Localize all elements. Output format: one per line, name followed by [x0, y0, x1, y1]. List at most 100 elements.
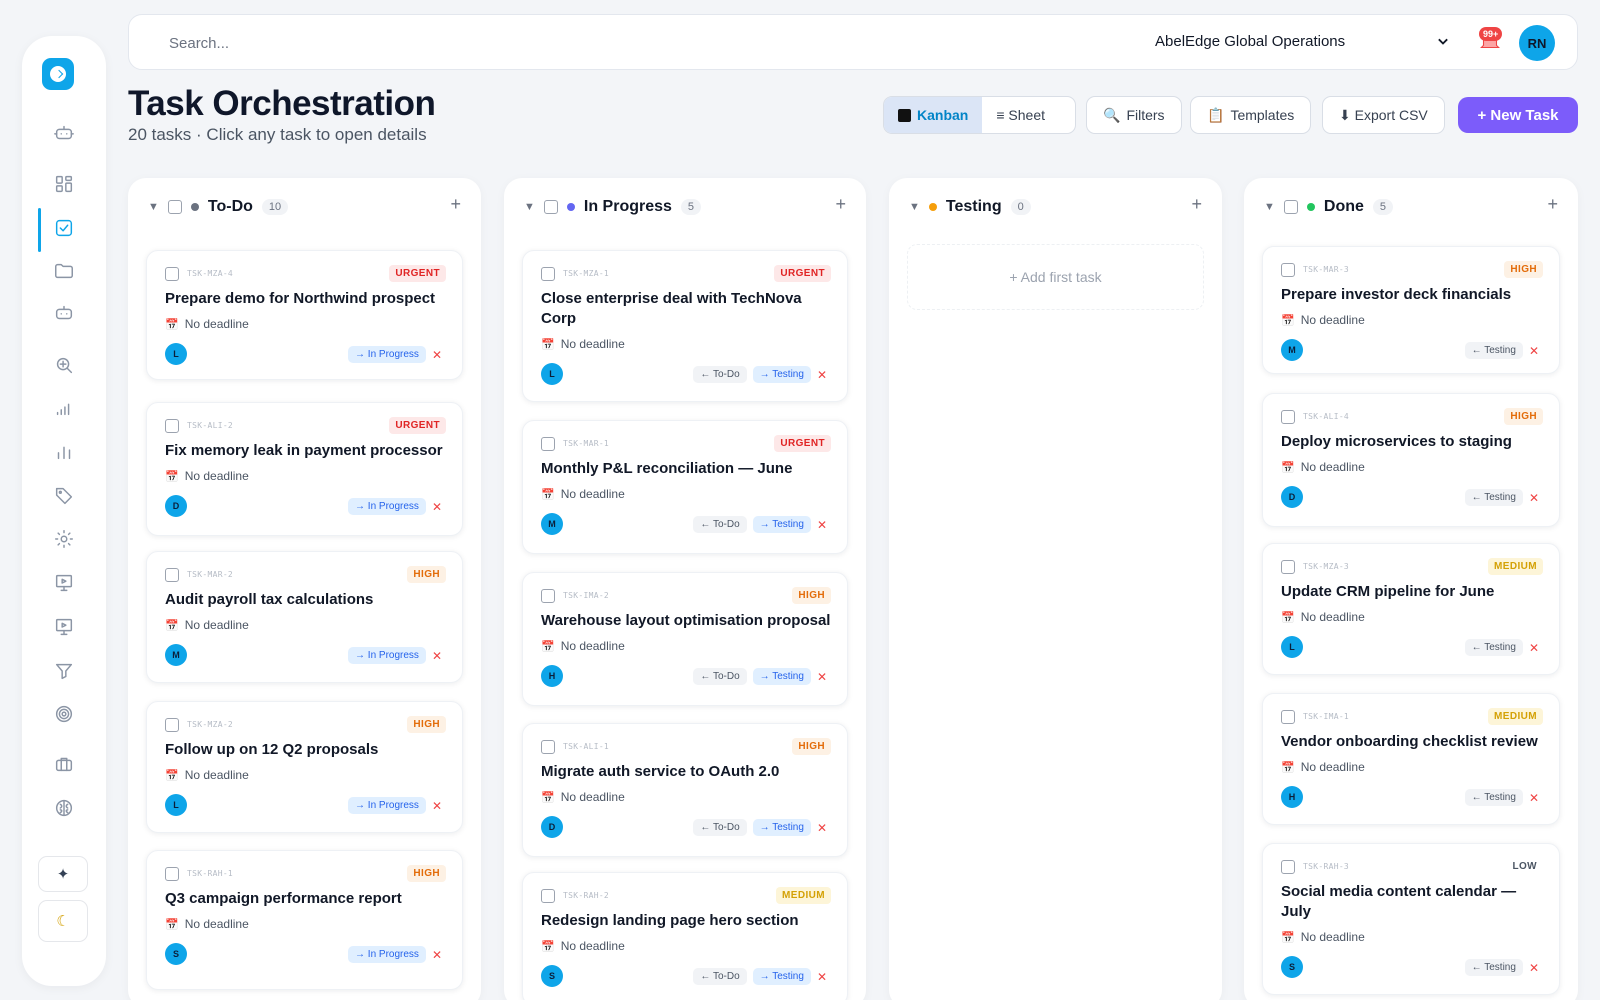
move-back-to-testing-button[interactable]: ← Testing: [1464, 489, 1523, 506]
sidebar-item-analytics[interactable]: [44, 432, 84, 472]
sidebar-item-funnel[interactable]: [44, 651, 84, 691]
sidebar-item-tasks[interactable]: [44, 208, 84, 248]
sidebar-item-robot[interactable]: [44, 113, 84, 153]
remove-task-icon[interactable]: ✕: [432, 649, 442, 663]
task-card[interactable]: TSK-MAR-2 HIGH Audit payroll tax calcula…: [146, 551, 463, 683]
move-to-in-progress-button[interactable]: → In Progress: [348, 946, 426, 963]
task-select-checkbox[interactable]: [1281, 710, 1295, 724]
task-card[interactable]: TSK-IMA-1 MEDIUM Vendor onboarding check…: [1262, 693, 1560, 825]
task-card[interactable]: TSK-MZA-2 HIGH Follow up on 12 Q2 propos…: [146, 701, 463, 833]
theme-toggle-button[interactable]: ☾: [38, 900, 88, 942]
remove-task-icon[interactable]: ✕: [817, 821, 827, 835]
column-select-checkbox[interactable]: [167, 200, 182, 214]
add-task-plus-icon[interactable]: +: [450, 194, 461, 215]
assignee-avatar[interactable]: S: [541, 965, 563, 987]
task-select-checkbox[interactable]: [541, 267, 555, 281]
sparkle-button[interactable]: ✦: [38, 856, 88, 892]
collapse-caret-icon[interactable]: ▼: [909, 201, 920, 213]
sidebar-item-search[interactable]: [44, 345, 84, 385]
assignee-avatar[interactable]: D: [165, 495, 187, 517]
remove-task-icon[interactable]: ✕: [1529, 791, 1539, 805]
assignee-avatar[interactable]: L: [541, 363, 563, 385]
move-back-to-testing-button[interactable]: ← Testing: [1464, 789, 1523, 806]
sidebar-item-portfolio[interactable]: [44, 744, 84, 784]
collapse-caret-icon[interactable]: ▼: [524, 201, 535, 213]
assignee-avatar[interactable]: S: [1281, 956, 1303, 978]
assignee-avatar[interactable]: M: [165, 644, 187, 666]
remove-task-icon[interactable]: ✕: [432, 799, 442, 813]
task-select-checkbox[interactable]: [1281, 263, 1295, 277]
collapse-caret-icon[interactable]: ▼: [1264, 201, 1275, 213]
column-select-checkbox[interactable]: [543, 200, 558, 214]
task-select-checkbox[interactable]: [165, 419, 179, 433]
task-select-checkbox[interactable]: [541, 437, 555, 451]
sidebar-item-bot[interactable]: [44, 293, 84, 333]
column-select-checkbox[interactable]: [1283, 200, 1298, 214]
sidebar-item-settings[interactable]: [44, 519, 84, 559]
task-select-checkbox[interactable]: [165, 568, 179, 582]
move-to-in-progress-button[interactable]: → In Progress: [348, 346, 426, 363]
templates-button[interactable]: 📋 Templates: [1190, 96, 1312, 134]
user-avatar[interactable]: RN: [1519, 25, 1555, 61]
move-back-to-testing-button[interactable]: ← Testing: [1464, 959, 1523, 976]
task-select-checkbox[interactable]: [165, 267, 179, 281]
task-card[interactable]: TSK-MAR-3 HIGH Prepare investor deck fin…: [1262, 246, 1560, 374]
new-task-button[interactable]: + New Task: [1458, 97, 1578, 133]
assignee-avatar[interactable]: L: [165, 343, 187, 365]
add-task-plus-icon[interactable]: +: [1191, 194, 1202, 215]
task-card[interactable]: TSK-RAH-1 HIGH Q3 campaign performance r…: [146, 850, 463, 990]
app-logo-icon[interactable]: [42, 58, 74, 90]
chevron-down-icon[interactable]: [1433, 31, 1453, 51]
task-card[interactable]: TSK-MZA-4 URGENT Prepare demo for Northw…: [146, 250, 463, 380]
move-back-to-testing-button[interactable]: ← Testing: [1464, 342, 1523, 359]
move-back-to-testing-button[interactable]: ← Testing: [1464, 639, 1523, 656]
remove-task-icon[interactable]: ✕: [817, 970, 827, 984]
assignee-avatar[interactable]: M: [541, 513, 563, 535]
search-input[interactable]: [149, 25, 399, 61]
remove-task-icon[interactable]: ✕: [432, 948, 442, 962]
sidebar-item-tags[interactable]: [44, 476, 84, 516]
add-first-task-button[interactable]: + Add first task: [907, 244, 1204, 310]
task-select-checkbox[interactable]: [1281, 860, 1295, 874]
move-to-testing-button[interactable]: → Testing: [752, 668, 811, 685]
sheet-view-button[interactable]: ≡ Sheet: [982, 97, 1059, 133]
assignee-avatar[interactable]: L: [165, 794, 187, 816]
task-card[interactable]: TSK-MZA-1 URGENT Close enterprise deal w…: [522, 250, 848, 402]
remove-task-icon[interactable]: ✕: [1529, 344, 1539, 358]
assignee-avatar[interactable]: M: [1281, 339, 1303, 361]
move-to-testing-button[interactable]: → Testing: [752, 516, 811, 533]
sidebar-item-dashboard[interactable]: [44, 164, 84, 204]
task-card[interactable]: TSK-ALI-2 URGENT Fix memory leak in paym…: [146, 402, 463, 536]
task-card[interactable]: TSK-MZA-3 MEDIUM Update CRM pipeline for…: [1262, 543, 1560, 675]
move-to-in-progress-button[interactable]: → In Progress: [348, 647, 426, 664]
sidebar-item-signal[interactable]: [44, 388, 84, 428]
sidebar-item-presentations[interactable]: [44, 563, 84, 603]
move-to-in-progress-button[interactable]: → In Progress: [348, 498, 426, 515]
move-to-todo-button[interactable]: ← To-Do: [693, 819, 747, 836]
remove-task-icon[interactable]: ✕: [817, 518, 827, 532]
task-card[interactable]: TSK-RAH-2 MEDIUM Redesign landing page h…: [522, 872, 848, 1000]
assignee-avatar[interactable]: D: [1281, 486, 1303, 508]
collapse-caret-icon[interactable]: ▼: [148, 201, 159, 213]
sidebar-item-media[interactable]: [44, 607, 84, 647]
sidebar-item-goals[interactable]: [44, 694, 84, 734]
assignee-avatar[interactable]: L: [1281, 636, 1303, 658]
move-to-todo-button[interactable]: ← To-Do: [693, 516, 747, 533]
task-select-checkbox[interactable]: [165, 867, 179, 881]
filters-button[interactable]: 🔍 Filters: [1086, 96, 1182, 134]
task-card[interactable]: TSK-RAH-3 LOW Social media content calen…: [1262, 843, 1560, 995]
assignee-avatar[interactable]: H: [541, 665, 563, 687]
task-select-checkbox[interactable]: [541, 889, 555, 903]
sidebar-item-files[interactable]: [44, 251, 84, 291]
move-to-todo-button[interactable]: ← To-Do: [693, 968, 747, 985]
task-card[interactable]: TSK-IMA-2 HIGH Warehouse layout optimisa…: [522, 572, 848, 706]
remove-task-icon[interactable]: ✕: [1529, 961, 1539, 975]
task-select-checkbox[interactable]: [1281, 560, 1295, 574]
sidebar-item-ai[interactable]: [44, 788, 84, 828]
task-card[interactable]: TSK-ALI-4 HIGH Deploy microservices to s…: [1262, 393, 1560, 527]
task-card[interactable]: TSK-ALI-1 HIGH Migrate auth service to O…: [522, 723, 848, 857]
remove-task-icon[interactable]: ✕: [1529, 641, 1539, 655]
move-to-todo-button[interactable]: ← To-Do: [693, 668, 747, 685]
remove-task-icon[interactable]: ✕: [432, 348, 442, 362]
export-csv-button[interactable]: ⬇ Export CSV: [1322, 96, 1445, 134]
